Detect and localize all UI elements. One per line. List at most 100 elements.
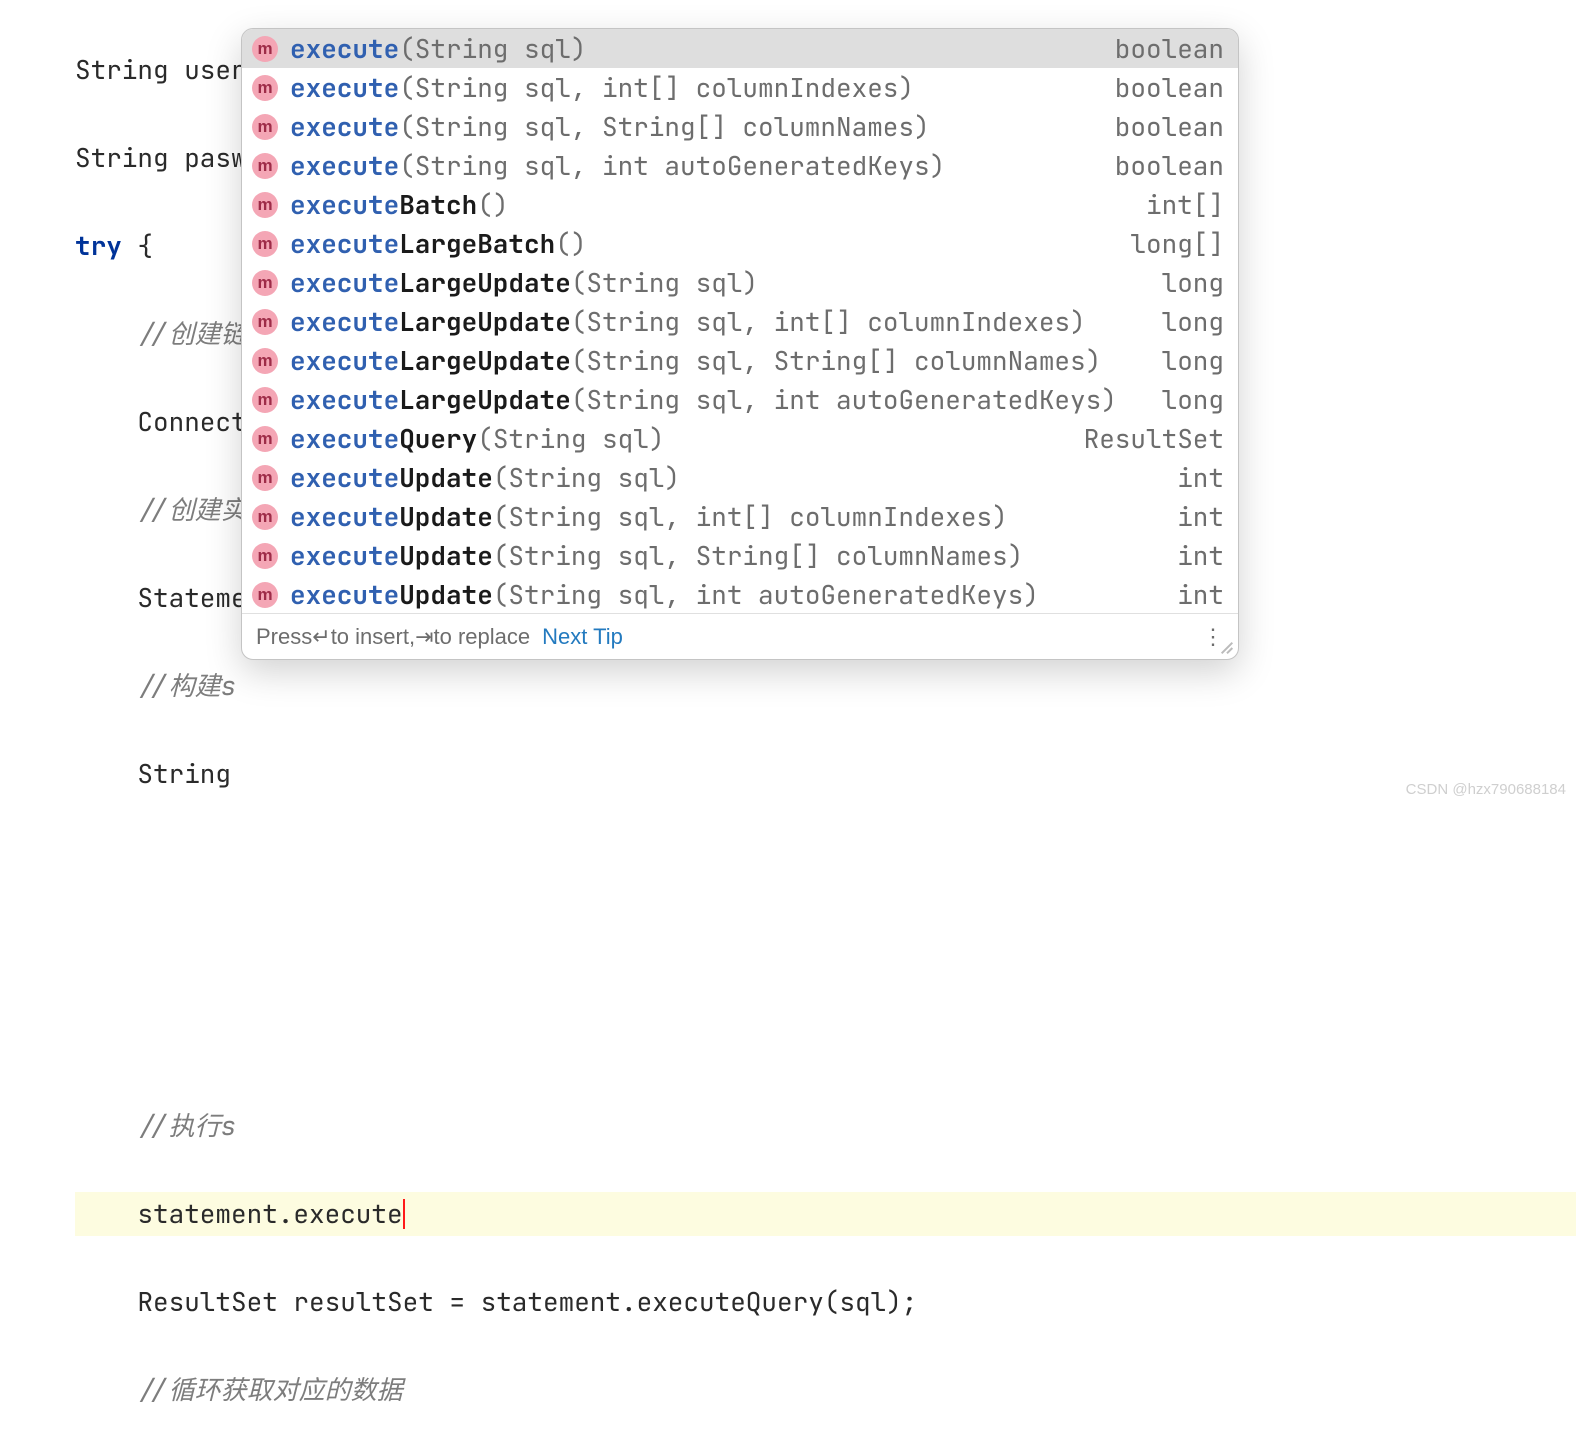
completion-item[interactable]: m execute(String sql, int autoGeneratedKe… bbox=[242, 146, 1238, 185]
method-icon: m bbox=[252, 543, 278, 569]
completion-params: (String sql) bbox=[477, 421, 664, 456]
completion-return-type: long[] bbox=[1130, 226, 1224, 261]
completion-suffix: Update bbox=[399, 577, 493, 612]
watermark: CSDN @hzx790688184 bbox=[1406, 781, 1566, 798]
completion-item[interactable]: mexecute(String sql, int[] columnIndexes… bbox=[242, 68, 1238, 107]
resize-handle-icon[interactable] bbox=[1219, 640, 1235, 656]
completion-params: (String sql, int[] columnIndexes) bbox=[571, 304, 1086, 339]
completion-suffix: Batch bbox=[399, 187, 477, 222]
completion-return-type: int bbox=[1177, 499, 1224, 534]
completion-params: (String sql, String[] columnNames) bbox=[571, 343, 1101, 378]
completion-match: execute bbox=[290, 265, 399, 300]
completion-return-type: long bbox=[1162, 343, 1224, 378]
completion-footer: Press ↵ to insert, ⇥ to replace Next Tip… bbox=[242, 613, 1238, 659]
completion-params: (String sql, String[] columnNames) bbox=[493, 538, 1023, 573]
completion-suffix: Update bbox=[399, 460, 493, 495]
comment: //构建s bbox=[75, 668, 236, 703]
completion-match: execute bbox=[290, 148, 399, 183]
completion-params: () bbox=[477, 187, 508, 222]
completion-item[interactable]: mexecuteLargeUpdate(String sql, int auto… bbox=[242, 380, 1238, 419]
method-icon: m bbox=[252, 75, 278, 101]
completion-params: (String sql, int autoGeneratedKeys) bbox=[493, 577, 1039, 612]
completion-params: (String sql, int autoGeneratedKeys) bbox=[399, 148, 945, 183]
completion-params: (String sql) bbox=[493, 460, 680, 495]
completion-return-type: int[] bbox=[1146, 187, 1224, 222]
completion-item[interactable]: m executeUpdate(String sql) int bbox=[242, 458, 1238, 497]
code-completion-popup: mexecute(String sql)booleanmexecute(Stri… bbox=[241, 28, 1239, 660]
completion-match: execute bbox=[290, 460, 399, 495]
code-text: statement. bbox=[75, 1196, 293, 1231]
completion-params: () bbox=[555, 226, 586, 261]
completion-params: (String sql, int autoGeneratedKeys) bbox=[571, 382, 1117, 417]
completion-match: execute bbox=[290, 382, 399, 417]
completion-match: execute bbox=[290, 343, 399, 378]
completion-item[interactable]: mexecuteUpdate(String sql, int autoGener… bbox=[242, 575, 1238, 613]
completion-return-type: int bbox=[1177, 577, 1224, 612]
completion-suffix: Update bbox=[399, 538, 493, 573]
next-tip-link[interactable]: Next Tip bbox=[542, 624, 623, 650]
completion-return-type: long bbox=[1162, 382, 1224, 417]
comment: //执行s bbox=[75, 1108, 236, 1143]
completion-return-type: boolean bbox=[1115, 148, 1224, 183]
hint-text: to replace bbox=[434, 624, 531, 650]
typed-token: execute bbox=[293, 1196, 402, 1231]
comment: //创建链 bbox=[75, 316, 247, 351]
completion-item[interactable]: m executeLargeUpdate(String sql) long bbox=[242, 263, 1238, 302]
code-text: { bbox=[122, 228, 153, 263]
completion-suffix: LargeBatch bbox=[399, 226, 555, 261]
method-icon: m bbox=[252, 270, 278, 296]
tab-key-icon: ⇥ bbox=[415, 624, 433, 650]
completion-match: execute bbox=[290, 304, 399, 339]
comment: //循环获取对应的数据 bbox=[75, 1372, 403, 1407]
current-line: statement.execute bbox=[75, 1192, 1576, 1236]
completion-suffix: Update bbox=[399, 499, 493, 534]
completion-match: execute bbox=[290, 538, 399, 573]
caret bbox=[403, 1199, 405, 1229]
completion-return-type: int bbox=[1177, 538, 1224, 573]
hint-text: to insert, bbox=[331, 624, 415, 650]
completion-params: (String sql, int[] columnIndexes) bbox=[493, 499, 1008, 534]
method-icon: m bbox=[252, 348, 278, 374]
completion-match: execute bbox=[290, 187, 399, 222]
completion-return-type: long bbox=[1162, 265, 1224, 300]
method-icon: m bbox=[252, 465, 278, 491]
completion-match: execute bbox=[290, 109, 399, 144]
completion-item[interactable]: m executeLargeBatch() long[] bbox=[242, 224, 1238, 263]
method-icon: m bbox=[252, 426, 278, 452]
completion-match: execute bbox=[290, 499, 399, 534]
completion-suffix: LargeUpdate bbox=[399, 343, 571, 378]
enter-key-icon: ↵ bbox=[312, 624, 330, 650]
completion-item[interactable]: mexecuteQuery(String sql)ResultSet bbox=[242, 419, 1238, 458]
method-icon: m bbox=[252, 309, 278, 335]
completion-list[interactable]: mexecute(String sql)booleanmexecute(Stri… bbox=[242, 29, 1238, 613]
method-icon: m bbox=[252, 504, 278, 530]
completion-return-type: int bbox=[1177, 460, 1224, 495]
completion-item[interactable]: m executeLargeUpdate(String sql, String[]… bbox=[242, 341, 1238, 380]
completion-params: (String sql) bbox=[399, 31, 586, 66]
code-text: Connect bbox=[75, 404, 247, 439]
hint-text: Press bbox=[256, 624, 312, 650]
completion-item[interactable]: mexecute(String sql, String[] columnName… bbox=[242, 107, 1238, 146]
code-text: String pasw bbox=[75, 140, 247, 175]
keyword-try: try bbox=[75, 228, 122, 263]
completion-match: execute bbox=[290, 577, 399, 612]
completion-suffix: Query bbox=[399, 421, 477, 456]
method-icon: m bbox=[252, 153, 278, 179]
completion-item[interactable]: mexecuteLargeUpdate(String sql, int[] co… bbox=[242, 302, 1238, 341]
code-text: Stateme bbox=[75, 580, 247, 615]
method-icon: m bbox=[252, 387, 278, 413]
method-icon: m bbox=[252, 192, 278, 218]
completion-match: execute bbox=[290, 31, 399, 66]
completion-suffix: LargeUpdate bbox=[399, 265, 571, 300]
completion-item[interactable]: m executeUpdate(String sql, String[] colu… bbox=[242, 536, 1238, 575]
completion-return-type: boolean bbox=[1115, 31, 1224, 66]
completion-params: (String sql) bbox=[571, 265, 758, 300]
completion-item[interactable]: mexecute(String sql)boolean bbox=[242, 29, 1238, 68]
method-icon: m bbox=[252, 231, 278, 257]
completion-item[interactable]: m executeUpdate(String sql, int[] columnI… bbox=[242, 497, 1238, 536]
comment: //创建实 bbox=[75, 492, 247, 527]
completion-match: execute bbox=[290, 226, 399, 261]
completion-return-type: long bbox=[1162, 304, 1224, 339]
method-icon: m bbox=[252, 114, 278, 140]
completion-item[interactable]: m executeBatch() int[] bbox=[242, 185, 1238, 224]
